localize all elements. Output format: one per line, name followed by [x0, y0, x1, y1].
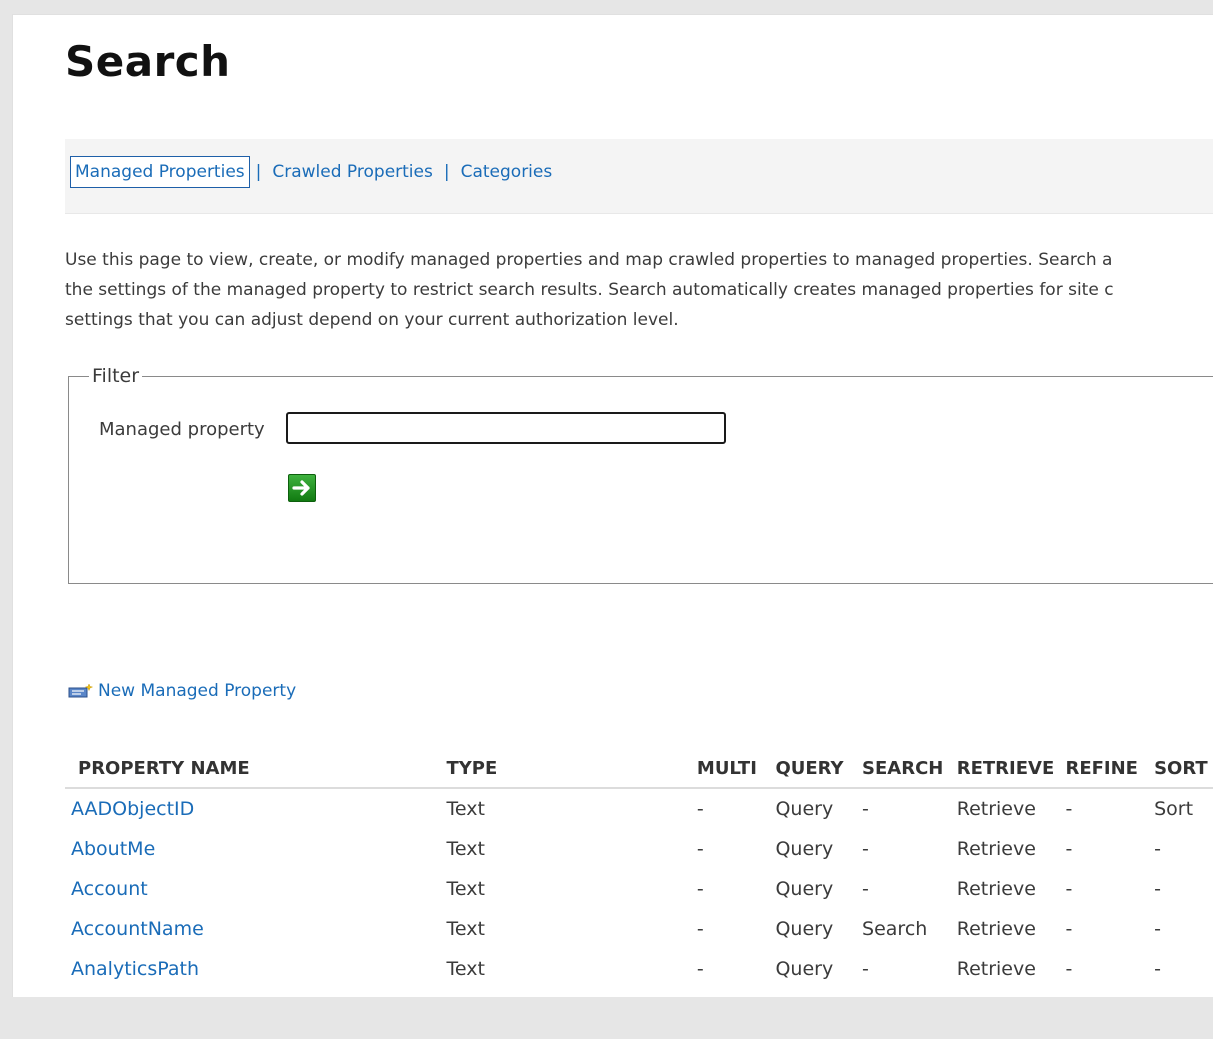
type-cell: Text [446, 918, 485, 940]
page-description: Use this page to view, create, or modify… [65, 245, 1213, 335]
query-cell: Query [775, 958, 834, 980]
refine-cell: - [1065, 878, 1073, 900]
query-cell: Query [775, 838, 834, 860]
filter-go-button[interactable] [288, 474, 316, 502]
search-cell: - [862, 838, 869, 860]
nav-separator: | [255, 162, 262, 182]
table-row: Account Text - Query - Retrieve - - [65, 869, 1213, 909]
multi-cell: - [696, 918, 704, 940]
nav-separator: | [443, 162, 450, 182]
column-header-type[interactable]: TYPE [446, 749, 697, 789]
sort-cell: - [1154, 878, 1161, 900]
new-managed-property-label: New Managed Property [98, 681, 297, 701]
column-header-multi[interactable]: MULTI [696, 749, 776, 789]
refine-cell: - [1065, 918, 1073, 940]
sort-cell: - [1154, 958, 1161, 980]
table-row: AADObjectID Text - Query - Retrieve - So… [65, 788, 1213, 829]
sort-cell: - [1154, 918, 1161, 940]
new-managed-property-link[interactable]: New Managed Property [68, 681, 296, 701]
tab-crawled-properties[interactable]: Crawled Properties [267, 156, 437, 188]
arrow-right-icon [292, 480, 310, 496]
refine-cell: - [1065, 958, 1073, 980]
property-name-cell: AboutMe [65, 829, 446, 869]
column-header-sort[interactable]: SORT [1154, 749, 1213, 789]
retrieve-cell: Retrieve [956, 798, 1036, 820]
search-cell: - [862, 958, 869, 980]
query-cell: Query [775, 918, 834, 940]
page-title: Search [65, 37, 231, 86]
table-row: AboutMe Text - Query - Retrieve - - [65, 829, 1213, 869]
tab-managed-properties[interactable]: Managed Properties [70, 156, 250, 188]
column-header-refine[interactable]: REFINE [1065, 749, 1155, 789]
retrieve-cell: Retrieve [956, 918, 1036, 940]
type-cell: Text [446, 878, 485, 900]
property-link[interactable]: AccountName [71, 918, 204, 940]
table-row: AccountName Text - Query Search Retrieve… [65, 909, 1213, 949]
type-cell: Text [446, 798, 485, 820]
sort-cell: - [1154, 838, 1161, 860]
table-row: AnalyticsPath Text - Query - Retrieve - … [65, 949, 1213, 989]
retrieve-cell: Retrieve [956, 878, 1036, 900]
query-cell: Query [775, 878, 834, 900]
filter-legend: Filter [89, 365, 143, 387]
property-name-cell: AADObjectID [65, 788, 446, 829]
tab-categories[interactable]: Categories [456, 156, 558, 188]
property-link[interactable]: AADObjectID [71, 798, 194, 820]
description-line: settings that you can adjust depend on y… [65, 310, 679, 330]
new-property-icon [68, 683, 94, 698]
refine-cell: - [1065, 798, 1073, 820]
property-link[interactable]: Account [71, 878, 148, 900]
multi-cell: - [696, 958, 704, 980]
search-cell: - [862, 878, 869, 900]
column-header-query[interactable]: QUERY [775, 749, 863, 789]
type-cell: Text [446, 838, 485, 860]
filter-fieldset: Filter Managed property [68, 365, 1213, 584]
column-header-property-name[interactable]: PROPERTY NAME [65, 749, 447, 789]
multi-cell: - [696, 878, 704, 900]
table-header-row: PROPERTY NAME TYPE MULTI QUERY SEARCH RE… [65, 749, 1213, 789]
retrieve-cell: Retrieve [956, 958, 1036, 980]
column-header-search[interactable]: SEARCH [862, 749, 957, 789]
column-header-retrieve[interactable]: RETRIEVE [956, 749, 1066, 789]
retrieve-cell: Retrieve [956, 838, 1036, 860]
property-link[interactable]: AboutMe [71, 838, 155, 860]
description-line: the settings of the managed property to … [65, 280, 1114, 300]
property-name-cell: Account [65, 869, 446, 909]
multi-cell: - [696, 838, 704, 860]
search-cell: Search [862, 918, 928, 940]
search-cell: - [862, 798, 869, 820]
multi-cell: - [696, 798, 704, 820]
managed-property-input[interactable] [286, 412, 726, 444]
managed-property-label: Managed property [99, 419, 265, 440]
property-name-cell: AnalyticsPath [65, 949, 446, 989]
main-panel: Search Managed Properties | Crawled Prop… [12, 14, 1213, 997]
property-link[interactable]: AnalyticsPath [71, 958, 199, 980]
description-line: Use this page to view, create, or modify… [65, 250, 1113, 270]
property-name-cell: AccountName [65, 909, 446, 949]
query-cell: Query [775, 798, 834, 820]
refine-cell: - [1065, 838, 1073, 860]
sort-cell: Sort [1154, 798, 1194, 820]
type-cell: Text [446, 958, 485, 980]
managed-properties-table: PROPERTY NAME TYPE MULTI QUERY SEARCH RE… [65, 749, 1213, 989]
sub-navigation: Managed Properties | Crawled Properties … [65, 139, 1213, 214]
